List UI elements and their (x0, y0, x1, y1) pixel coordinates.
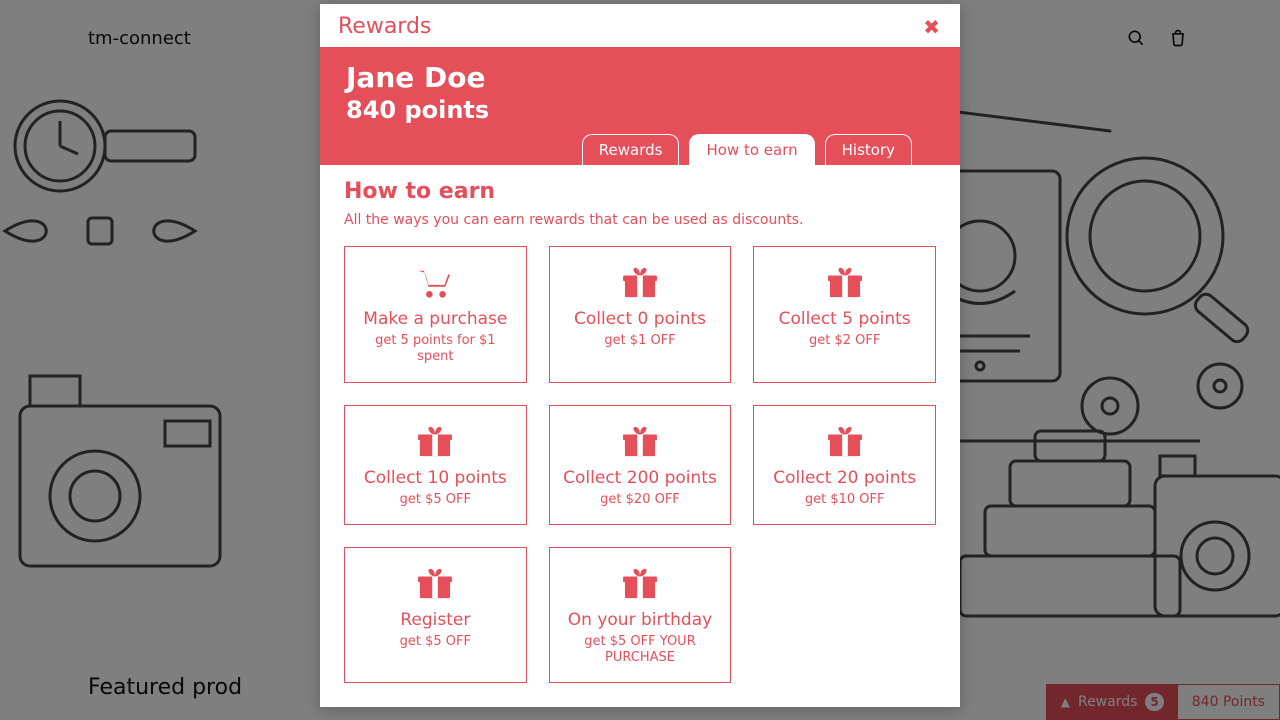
earn-card[interactable]: Make a purchase get 5 points for $1 spent (344, 246, 527, 383)
earn-card-title: Collect 20 points (766, 468, 923, 488)
gift-icon (357, 426, 514, 458)
earn-card[interactable]: Collect 0 points get $1 OFF (549, 246, 732, 383)
earn-card[interactable]: Register get $5 OFF (344, 547, 527, 684)
earn-card-desc: get $2 OFF (766, 333, 923, 349)
earn-card[interactable]: On your birthday get $5 OFF YOUR PURCHASE (549, 547, 732, 684)
tab-rewards[interactable]: Rewards (582, 134, 680, 165)
earn-card[interactable]: Collect 200 points get $20 OFF (549, 405, 732, 525)
rewards-modal: Rewards ✖ Jane Doe 840 points Rewards Ho… (320, 4, 960, 707)
earn-card-title: Collect 10 points (357, 468, 514, 488)
tab-history[interactable]: History (825, 134, 912, 165)
earn-card[interactable]: Collect 5 points get $2 OFF (753, 246, 936, 383)
gift-icon (562, 426, 719, 458)
section-subtitle: All the ways you can earn rewards that c… (344, 212, 936, 228)
earn-card-title: On your birthday (562, 610, 719, 630)
earn-card-desc: get $5 OFF (357, 492, 514, 508)
earn-card-desc: get 5 points for $1 spent (357, 333, 514, 366)
earn-card[interactable]: Collect 10 points get $5 OFF (344, 405, 527, 525)
gift-icon (357, 568, 514, 600)
gift-icon (562, 568, 719, 600)
earn-card-desc: get $5 OFF (357, 634, 514, 650)
earn-card-desc: get $10 OFF (766, 492, 923, 508)
modal-tabs: Rewards How to earn History (346, 124, 940, 165)
earn-card-title: Make a purchase (357, 309, 514, 329)
modal-title: Rewards (338, 14, 431, 39)
close-icon[interactable]: ✖ (923, 17, 940, 37)
user-points: 840 points (346, 96, 940, 124)
earn-card[interactable]: Collect 20 points get $10 OFF (753, 405, 936, 525)
user-name: Jane Doe (346, 61, 940, 94)
gift-icon (562, 267, 719, 299)
earn-card-desc: get $20 OFF (562, 492, 719, 508)
earn-card-desc: get $1 OFF (562, 333, 719, 349)
earn-card-title: Collect 5 points (766, 309, 923, 329)
user-banner: Jane Doe 840 points Rewards How to earn … (320, 47, 960, 165)
gift-icon (766, 426, 923, 458)
section-title: How to earn (344, 179, 936, 204)
tab-how-to-earn[interactable]: How to earn (689, 134, 814, 165)
earn-card-title: Collect 0 points (562, 309, 719, 329)
earn-cards-grid: Make a purchase get 5 points for $1 spent… (344, 246, 936, 683)
cart-icon (357, 267, 514, 299)
gift-icon (766, 267, 923, 299)
earn-card-desc: get $5 OFF YOUR PURCHASE (562, 634, 719, 667)
earn-card-title: Register (357, 610, 514, 630)
earn-card-title: Collect 200 points (562, 468, 719, 488)
